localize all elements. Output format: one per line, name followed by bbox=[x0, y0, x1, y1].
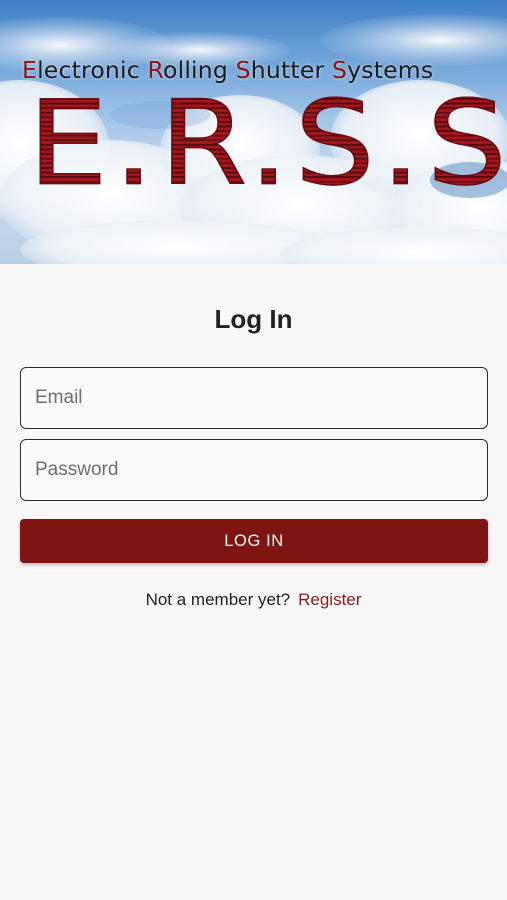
login-screen: Electronic Rolling Shutter Systems E.R.S… bbox=[0, 0, 507, 900]
login-button[interactable]: LOG IN bbox=[20, 519, 488, 563]
page-title: Log In bbox=[214, 304, 293, 334]
erss-logo: E.R.S.S. bbox=[27, 85, 507, 202]
register-prompt-line: Not a member yet? Register bbox=[0, 590, 507, 610]
password-field[interactable] bbox=[20, 439, 488, 501]
email-input[interactable] bbox=[35, 387, 487, 409]
email-field[interactable] bbox=[20, 367, 488, 429]
register-link[interactable]: Register bbox=[298, 590, 361, 609]
register-prompt: Not a member yet? bbox=[145, 590, 291, 609]
password-input[interactable] bbox=[35, 459, 487, 481]
header-banner: Electronic Rolling Shutter Systems E.R.S… bbox=[0, 0, 507, 264]
